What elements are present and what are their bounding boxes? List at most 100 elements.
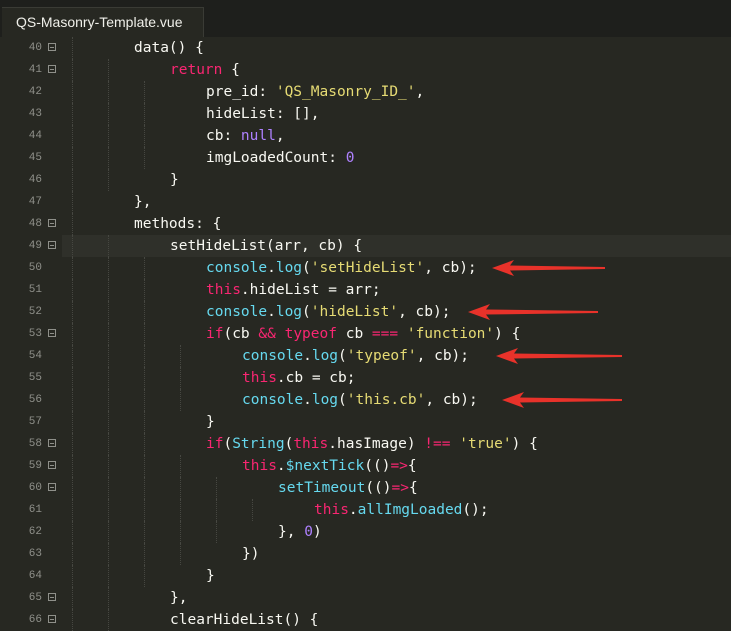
code-text: methods: { (134, 213, 221, 235)
code-text: if(cb && typeof cb === 'function') { (206, 323, 520, 345)
indent-guide (108, 499, 109, 521)
code-line[interactable]: 64} (0, 565, 731, 587)
code-line[interactable]: 41 return { (0, 59, 731, 81)
indent-guide (216, 477, 217, 499)
fold-toggle-icon[interactable] (48, 65, 56, 73)
code-token: } (170, 172, 179, 188)
fold-toggle-icon[interactable] (48, 483, 56, 491)
string-token: 'setHideList' (310, 260, 425, 276)
code-line[interactable]: 43 hideList: [], (0, 103, 731, 125)
code-line[interactable]: 52 console.log('hideList', cb); (0, 301, 731, 323)
fold-toggle-icon[interactable] (48, 615, 56, 623)
indent-guide (72, 257, 73, 279)
code-line[interactable]: 51 this.hideList = arr; (0, 279, 731, 301)
indent-guide (144, 125, 145, 147)
code-line[interactable]: 47}, (0, 191, 731, 213)
keyword-token: this (242, 370, 277, 386)
fold-toggle-icon[interactable] (48, 461, 56, 469)
code-text: }) (242, 543, 259, 565)
code-text: pre_id: 'QS_Masonry_ID_', (206, 81, 424, 103)
code-area: imgLoadedCount: 0 (62, 147, 731, 169)
code-token: ( (223, 436, 233, 452)
indent-guide (144, 367, 145, 389)
function-token: log (275, 304, 303, 320)
fold-toggle-icon[interactable] (48, 43, 56, 51)
code-line[interactable]: 42 pre_id: 'QS_Masonry_ID_', (0, 81, 731, 103)
code-token: , cb); (425, 392, 478, 408)
code-area: console.log('setHideList', cb); (62, 257, 731, 279)
code-area: } (62, 411, 731, 433)
code-line[interactable]: 63}) (0, 543, 731, 565)
code-area: if(String(this.hasImage) !== 'true') { (62, 433, 731, 455)
code-token: (cb (223, 326, 259, 342)
code-line[interactable]: 40 data() { (0, 37, 731, 59)
code-line[interactable]: 45 imgLoadedCount: 0 (0, 147, 731, 169)
indent-guide (108, 477, 109, 499)
code-line[interactable]: 46} (0, 169, 731, 191)
code-line[interactable]: 59 this.$nextTick(()=>{ (0, 455, 731, 477)
line-number: 57 (28, 416, 42, 428)
code-token: cb (336, 326, 372, 342)
code-line[interactable]: 65}, (0, 587, 731, 609)
fold-toggle-icon[interactable] (48, 439, 56, 447)
code-line[interactable]: 60 setTimeout(()=>{ (0, 477, 731, 499)
code-token: ( (338, 348, 347, 364)
code-text: }, (170, 587, 187, 609)
code-line[interactable]: 48 methods: { (0, 213, 731, 235)
string-token: 'true' (459, 436, 512, 452)
indent-guide (108, 543, 109, 565)
fold-toggle-icon[interactable] (48, 593, 56, 601)
number-token: 0 (345, 150, 355, 166)
line-number: 41 (28, 64, 42, 76)
code-line[interactable]: 55 this.cb = cb; (0, 367, 731, 389)
code-line[interactable]: 54 console.log('typeof', cb); (0, 345, 731, 367)
code-line[interactable]: 61 this.allImgLoaded(); (0, 499, 731, 521)
indent-guide (108, 279, 109, 301)
indent-guide (144, 389, 145, 411)
code-token: methods: { (134, 216, 222, 232)
code-token: hideList: [], (206, 106, 320, 122)
tab-file[interactable]: QS-Masonry-Template.vue (2, 7, 204, 37)
code-text: if(String(this.hasImage) !== 'true') { (206, 433, 538, 455)
code-editor[interactable]: 40 data() {41 return {42 pre_id: 'QS_Masonr… (0, 37, 731, 631)
string-token: 'typeof' (346, 348, 417, 364)
code-text: imgLoadedCount: 0 (206, 147, 354, 169)
code-line[interactable]: 57} (0, 411, 731, 433)
code-line[interactable]: 66 clearHideList() { (0, 609, 731, 631)
code-line[interactable]: 62}, 0) (0, 521, 731, 543)
indent-guide (144, 499, 145, 521)
code-token: . (348, 502, 358, 518)
code-area: hideList: [], (62, 103, 731, 125)
code-line[interactable]: 49 setHideList(arr, cb) { (0, 235, 731, 257)
code-token: , (275, 128, 285, 144)
code-line[interactable]: 44 cb: null, (0, 125, 731, 147)
line-number: 64 (28, 570, 42, 582)
line-number: 54 (28, 350, 42, 362)
code-line[interactable]: 53 if(cb && typeof cb === 'function') { (0, 323, 731, 345)
fold-toggle-icon[interactable] (48, 329, 56, 337)
line-number: 59 (28, 460, 42, 472)
indent-guide (108, 235, 109, 257)
code-line[interactable]: 56 console.log('this.cb', cb); (0, 389, 731, 411)
fold-toggle-icon[interactable] (48, 219, 56, 227)
code-token: ( (338, 392, 347, 408)
fold-toggle-icon[interactable] (48, 241, 56, 249)
code-line[interactable]: 58 if(String(this.hasImage) !== 'true') { (0, 433, 731, 455)
line-number: 48 (28, 218, 42, 230)
code-line[interactable]: 50 console.log('setHideList', cb); (0, 257, 731, 279)
indent-guide (72, 609, 73, 631)
keyword-token: this (293, 436, 329, 452)
keyword-token: !== (424, 436, 451, 452)
code-text: hideList: [], (206, 103, 320, 125)
code-area: console.log('hideList', cb); (62, 301, 731, 323)
code-area: } (62, 169, 731, 191)
code-token: .hideList = arr; (240, 282, 381, 298)
code-text: this.allImgLoaded(); (314, 499, 489, 521)
line-number: 40 (28, 42, 42, 54)
number-token: null (240, 128, 276, 144)
function-token: log (311, 348, 339, 364)
indent-guide (144, 455, 145, 477)
code-text: setHideList(arr, cb) { (170, 235, 362, 257)
line-number: 49 (28, 240, 42, 252)
